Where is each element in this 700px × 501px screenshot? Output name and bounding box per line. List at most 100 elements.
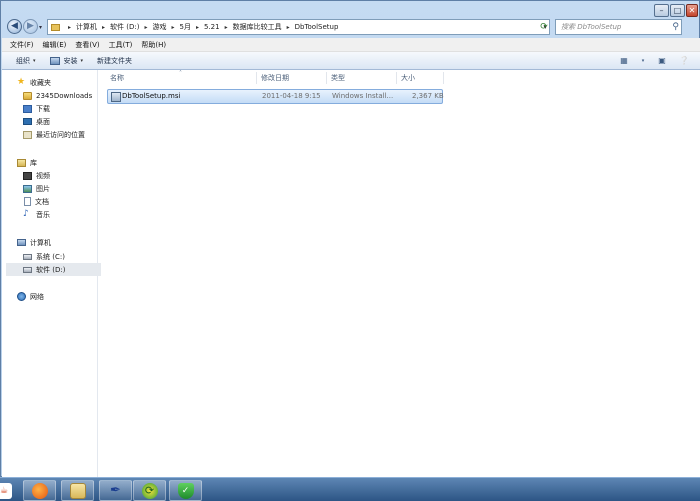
drive-icon xyxy=(23,266,32,273)
menu-view[interactable]: 查看(V) xyxy=(75,40,99,50)
breadcrumb-5-21[interactable]: 5.21 xyxy=(204,23,220,31)
history-dropdown-icon[interactable]: ▾ xyxy=(39,24,42,31)
star-icon: ★ xyxy=(17,77,26,87)
sidebar-item-label: 图片 xyxy=(36,184,50,193)
column-header-label: 修改日期 xyxy=(261,74,289,82)
explorer-window: – □ ✕ ◀ ▶ ▾ ▸ 计算机 ▸ 软件 (D:) ▸ 游戏 ▸ 5月 ▸ … xyxy=(0,0,700,477)
breadcrumb-may[interactable]: 5月 xyxy=(180,22,191,32)
taskbar-pen-tool[interactable]: ✒ xyxy=(99,480,132,501)
column-divider[interactable] xyxy=(326,72,327,84)
folder-icon xyxy=(23,91,32,100)
column-divider[interactable] xyxy=(443,72,444,84)
column-header-label: 名称 xyxy=(110,74,124,82)
table-row[interactable]: DbToolSetup.msi 2011-04-18 9:15 Windows … xyxy=(107,89,444,104)
breadcrumb-separator-icon: ▸ xyxy=(68,23,72,31)
breadcrumb-drive-d[interactable]: 软件 (D:) xyxy=(110,22,139,32)
drive-icon xyxy=(23,253,32,260)
search-placeholder: 搜索 DbToolSetup xyxy=(561,23,622,31)
column-header-name[interactable]: 名称 xyxy=(110,72,124,84)
sidebar-item-label: 音乐 xyxy=(36,210,50,219)
chevron-down-icon: ▾ xyxy=(33,57,36,64)
breadcrumb: ▸ 计算机 ▸ 软件 (D:) ▸ 游戏 ▸ 5月 ▸ 5.21 ▸ 数据库比较… xyxy=(63,22,338,32)
music-icon: ♪ xyxy=(23,209,29,219)
sidebar-item-label: 最近访问的位置 xyxy=(36,130,85,139)
sidebar-item-recent-places[interactable]: 最近访问的位置 xyxy=(23,128,85,141)
breadcrumb-separator-icon[interactable]: ▸ xyxy=(171,24,174,31)
sidebar-item-drive-c[interactable]: 系统 (C:) xyxy=(23,250,65,263)
sidebar-item-desktop[interactable]: 桌面 xyxy=(23,115,50,128)
breadcrumb-separator-icon[interactable]: ▸ xyxy=(196,24,199,31)
close-button[interactable]: ✕ xyxy=(686,4,698,17)
sidebar-item-libraries[interactable]: 库 xyxy=(17,156,37,169)
taskbar-firefox[interactable] xyxy=(23,480,56,501)
column-header-size[interactable]: 大小 xyxy=(401,72,415,84)
refresh-icon[interactable]: ⟳ xyxy=(537,19,551,35)
minimize-button[interactable]: – xyxy=(654,4,669,17)
taskbar-security[interactable]: ✓ xyxy=(169,480,202,501)
refresh-app-icon: ⟳ xyxy=(141,482,158,499)
column-header-modified[interactable]: 修改日期 xyxy=(261,72,289,84)
sidebar-item-computer[interactable]: 计算机 xyxy=(17,236,51,249)
taskbar: ☕ ✒ ⟳ ✓ xyxy=(0,477,700,501)
sidebar-item-label: 库 xyxy=(30,158,37,167)
sidebar-item-network[interactable]: 网络 xyxy=(17,290,44,303)
taskbar-explorer[interactable] xyxy=(61,480,94,501)
video-icon xyxy=(23,171,32,180)
pen-tool-icon: ✒ xyxy=(110,482,121,498)
taskbar-java[interactable]: ☕ xyxy=(0,480,12,501)
sidebar-item-favorites[interactable]: ★ 收藏夹 xyxy=(17,76,51,89)
menu-help[interactable]: 帮助(H) xyxy=(141,40,166,50)
sidebar-item-label: 软件 (D:) xyxy=(36,265,66,274)
recent-places-icon xyxy=(23,130,32,139)
sidebar-item-downloads[interactable]: 下载 xyxy=(23,102,50,115)
sidebar-item-label: 下载 xyxy=(36,104,50,113)
sidebar-item-drive-d[interactable]: 软件 (D:) xyxy=(6,263,101,276)
sidebar-item-music[interactable]: ♪ 音乐 xyxy=(23,208,50,221)
sidebar-item-pictures[interactable]: 图片 xyxy=(23,182,50,195)
sidebar-item-label: 视频 xyxy=(36,171,50,180)
chevron-down-icon: ▾ xyxy=(80,57,84,64)
breadcrumb-separator-icon[interactable]: ▸ xyxy=(225,24,228,31)
install-button[interactable]: 安装 ▾ xyxy=(49,56,84,66)
menu-edit[interactable]: 编辑(E) xyxy=(43,40,67,50)
network-icon xyxy=(17,292,26,301)
java-icon: ☕ xyxy=(0,482,12,499)
breadcrumb-dbtoolsetup[interactable]: DbToolSetup xyxy=(295,23,339,31)
file-modified: 2011-04-18 9:15 xyxy=(262,92,321,100)
back-button[interactable]: ◀ xyxy=(7,19,22,34)
breadcrumb-separator-icon[interactable]: ▸ xyxy=(144,24,147,31)
breadcrumb-computer[interactable]: 计算机 xyxy=(76,22,97,32)
view-options-icon[interactable]: ▦ xyxy=(618,55,630,66)
preview-pane-icon[interactable]: ▣ xyxy=(656,55,668,66)
view-dropdown-icon[interactable]: ▾ xyxy=(640,55,646,66)
breadcrumb-games[interactable]: 游戏 xyxy=(152,22,166,32)
sidebar-item-documents[interactable]: 文档 xyxy=(24,195,49,208)
file-type: Windows Install... xyxy=(332,92,394,100)
breadcrumb-separator-icon[interactable]: ▸ xyxy=(287,24,290,31)
address-bar[interactable]: ▸ 计算机 ▸ 软件 (D:) ▸ 游戏 ▸ 5月 ▸ 5.21 ▸ 数据库比较… xyxy=(47,19,550,35)
navigation-pane: ★ 收藏夹 2345Downloads 下载 桌面 最近访问的位置 库 视频 图… xyxy=(2,70,101,477)
new-folder-button[interactable]: 新建文件夹 xyxy=(97,56,132,66)
forward-button[interactable]: ▶ xyxy=(23,19,38,34)
breadcrumb-separator-icon[interactable]: ▸ xyxy=(102,24,105,31)
organize-button[interactable]: 组织 ▾ xyxy=(16,56,36,66)
column-divider[interactable] xyxy=(396,72,397,84)
command-bar: 组织 ▾ 安装 ▾ 新建文件夹 ▦ ▾ ▣ ❔ xyxy=(2,52,700,70)
sidebar-item-2345downloads[interactable]: 2345Downloads xyxy=(23,89,92,102)
taskbar-refresh-app[interactable]: ⟳ xyxy=(133,480,166,501)
sidebar-item-label: 收藏夹 xyxy=(30,78,51,87)
download-folder-icon xyxy=(23,104,32,113)
help-icon[interactable]: ❔ xyxy=(678,55,690,66)
install-icon xyxy=(49,56,60,65)
menu-file[interactable]: 文件(F) xyxy=(10,40,34,50)
maximize-button[interactable]: □ xyxy=(670,4,685,17)
column-header-label: 类型 xyxy=(331,74,345,82)
column-divider[interactable] xyxy=(256,72,257,84)
organize-label: 组织 xyxy=(16,56,30,65)
search-input[interactable]: 搜索 DbToolSetup ⚲ xyxy=(555,19,682,35)
menu-tools[interactable]: 工具(T) xyxy=(109,40,133,50)
sidebar-item-videos[interactable]: 视频 xyxy=(23,169,50,182)
breadcrumb-db-compare-tool[interactable]: 数据库比较工具 xyxy=(233,22,282,32)
search-icon[interactable]: ⚲ xyxy=(672,21,679,33)
column-header-type[interactable]: 类型 xyxy=(331,72,345,84)
